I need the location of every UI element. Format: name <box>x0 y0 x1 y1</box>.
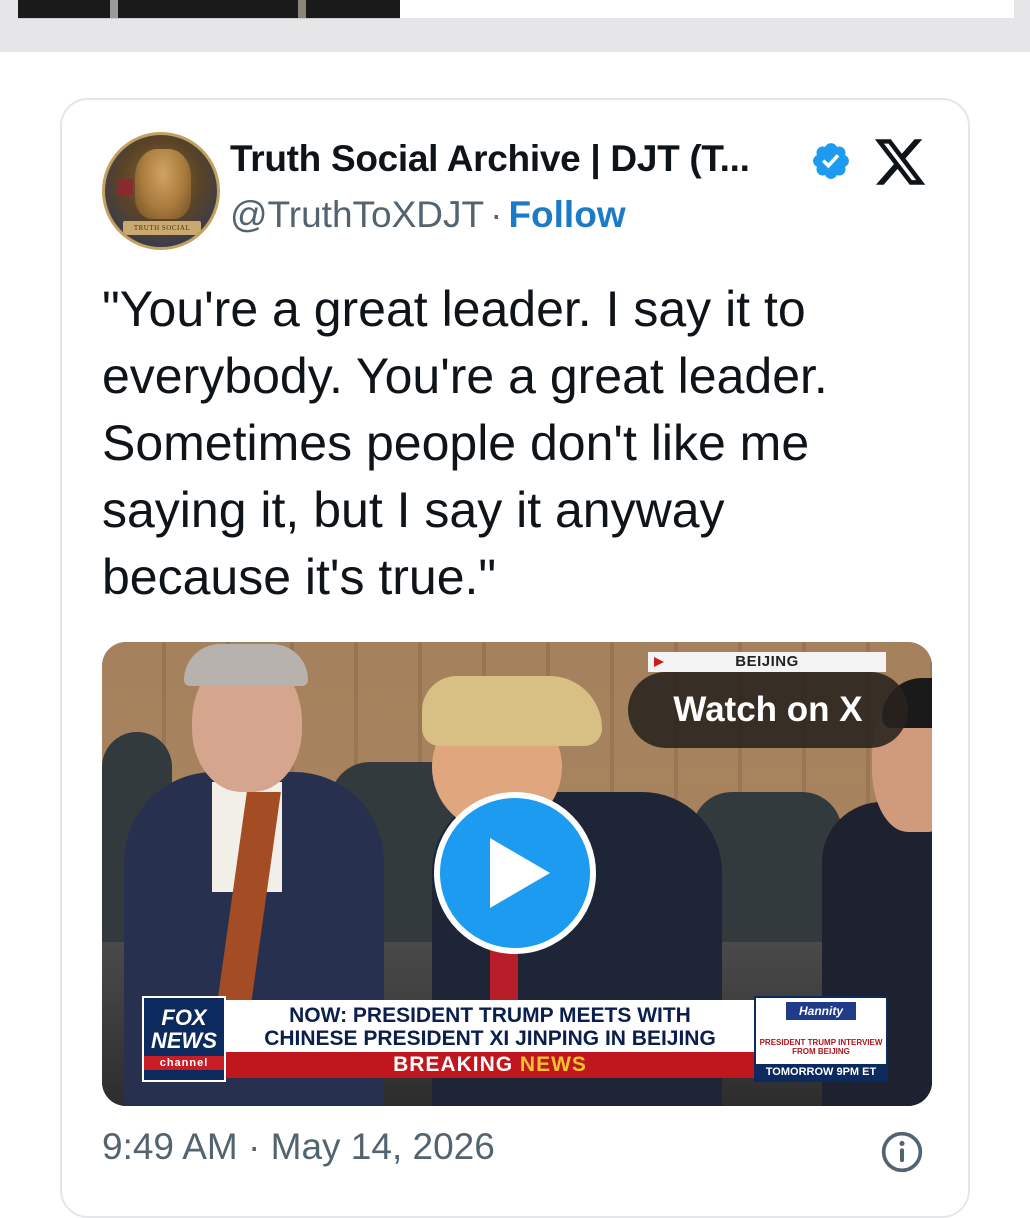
previous-media-thumbnail <box>18 0 400 19</box>
previous-content-area <box>400 0 1014 18</box>
hannity-logo: Hannity <box>786 1002 856 1020</box>
tweet-embed-card[interactable]: TRUTH SOCIAL Truth Social Archive | DJT … <box>60 98 970 1218</box>
avatar-flag <box>117 179 133 195</box>
fox-logo-line2: NEWS <box>151 1028 217 1053</box>
video-player[interactable]: BEIJING Watch on X FOX NEWS channel NOW:… <box>102 642 932 1106</box>
fox-news-logo: FOX NEWS channel <box>142 996 226 1082</box>
fox-logo-line3: channel <box>144 1056 224 1070</box>
author-handle[interactable]: @TruthToXDJT <box>230 194 484 235</box>
tweet-text: "You're a great leader. I say it to ever… <box>102 281 828 605</box>
location-bug-triangle-icon <box>654 657 664 667</box>
fox-logo-line1: FOX <box>161 1005 207 1030</box>
play-button[interactable] <box>434 792 596 954</box>
breaking-label: BREAKING <box>393 1053 514 1076</box>
info-icon[interactable] <box>880 1130 924 1174</box>
video-person-left-hair <box>184 644 308 686</box>
breaking-news-bar: BREAKING NEWS <box>226 1052 754 1078</box>
verified-badge-icon <box>813 143 849 179</box>
location-bug-label: BEIJING <box>735 653 799 670</box>
separator-dot: · <box>490 194 503 235</box>
news-label: NEWS <box>519 1053 587 1076</box>
tweet-timestamp[interactable]: 9:49 AM · May 14, 2026 <box>102 1126 495 1168</box>
author-handle-line: @TruthToXDJT · Follow <box>230 194 626 236</box>
avatar-plate: TRUTH SOCIAL <box>123 221 201 235</box>
avatar-bust <box>135 149 191 219</box>
hannity-promo-text: PRESIDENT TRUMP INTERVIEW FROM BEIJING <box>759 1038 883 1056</box>
video-person-center-hair <box>422 676 602 746</box>
previous-content-strip <box>0 0 1030 52</box>
author-name[interactable]: Truth Social Archive | DJT (T... <box>230 138 790 180</box>
chyron-headline-line1: NOW: PRESIDENT TRUMP MEETS WITH <box>289 1004 691 1027</box>
chyron-headline-line2: CHINESE PRESIDENT XI JINPING IN BEIJING <box>264 1027 716 1050</box>
x-logo-icon[interactable] <box>872 134 928 190</box>
watch-on-x-button[interactable]: Watch on X <box>628 672 908 748</box>
play-icon <box>490 838 550 908</box>
follow-button[interactable]: Follow <box>508 194 625 235</box>
author-avatar[interactable]: TRUTH SOCIAL <box>102 132 220 250</box>
location-bug: BEIJING <box>648 652 886 672</box>
hannity-promo: Hannity PRESIDENT TRUMP INTERVIEW FROM B… <box>754 996 888 1082</box>
chyron-headline: NOW: PRESIDENT TRUMP MEETS WITH CHINESE … <box>226 1000 754 1052</box>
hannity-promo-time: TOMORROW 9PM ET <box>756 1064 886 1080</box>
